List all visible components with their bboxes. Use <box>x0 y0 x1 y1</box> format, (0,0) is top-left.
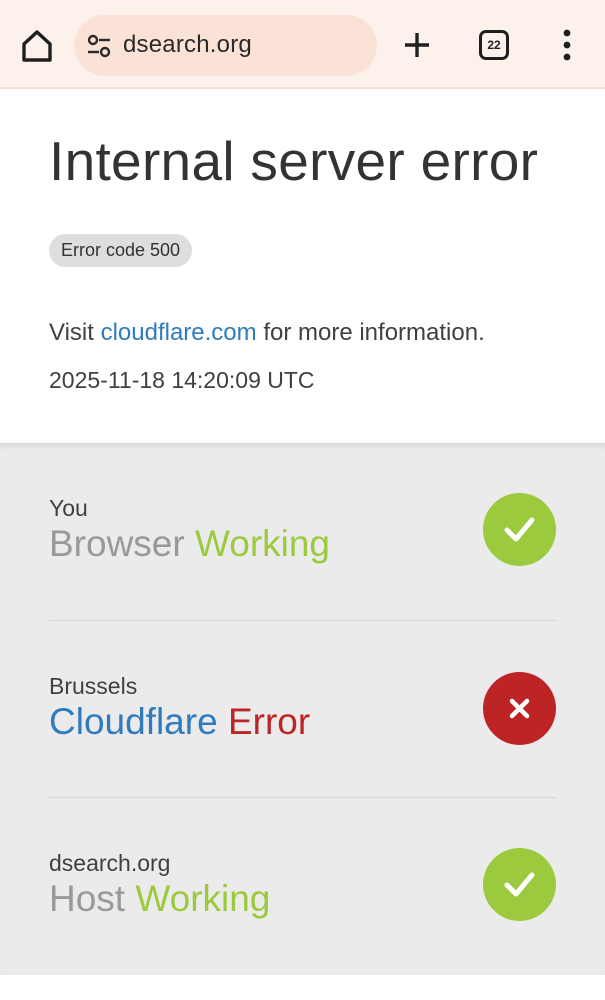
page-bottom <box>0 975 605 1000</box>
url-text[interactable]: dsearch.org <box>123 31 252 59</box>
row-location: dsearch.org <box>49 850 171 876</box>
row-location: You <box>49 495 88 521</box>
row-state: Working <box>194 523 331 564</box>
info-suffix: for more information. <box>256 319 485 346</box>
status-row-browser: You Browser Working <box>49 443 556 620</box>
row-status: Browser Working <box>49 523 330 565</box>
row-name: Host <box>49 878 126 919</box>
browser-toolbar: dsearch.org 22 <box>0 0 605 89</box>
timestamp: 2025-11-18 14:20:09 UTC <box>49 367 315 393</box>
check-icon <box>483 848 556 921</box>
status-row-cloudflare: Brussels Cloudflare Error <box>49 620 556 797</box>
address-bar[interactable]: dsearch.org <box>74 15 377 76</box>
close-icon <box>483 672 556 745</box>
page-title: Internal server error <box>49 130 539 192</box>
row-location: Brussels <box>49 673 138 699</box>
row-status: Cloudflare Error <box>49 701 310 743</box>
error-code-badge: Error code 500 <box>49 234 193 267</box>
tune-icon[interactable] <box>86 33 112 59</box>
status-section: You Browser Working Brussels Cloudflare … <box>0 443 605 975</box>
row-name: Browser <box>49 523 185 564</box>
row-state: Error <box>227 701 311 742</box>
error-header: Internal server error Error code 500 Vis… <box>0 91 605 443</box>
row-state: Working <box>135 878 271 919</box>
home-icon[interactable] <box>18 27 56 65</box>
tab-switcher-icon[interactable]: 22 <box>479 30 509 60</box>
check-icon <box>483 493 556 566</box>
more-vert-icon[interactable] <box>556 28 578 62</box>
row-status: Host Working <box>49 878 270 920</box>
row-name: Cloudflare <box>49 701 218 742</box>
cloudflare-link[interactable]: cloudflare.com <box>101 319 257 346</box>
info-prefix: Visit <box>49 319 101 346</box>
plus-icon[interactable] <box>402 30 432 60</box>
status-row-host: dsearch.org Host Working <box>49 797 556 974</box>
info-line: Visit cloudflare.com for more informatio… <box>49 319 485 347</box>
